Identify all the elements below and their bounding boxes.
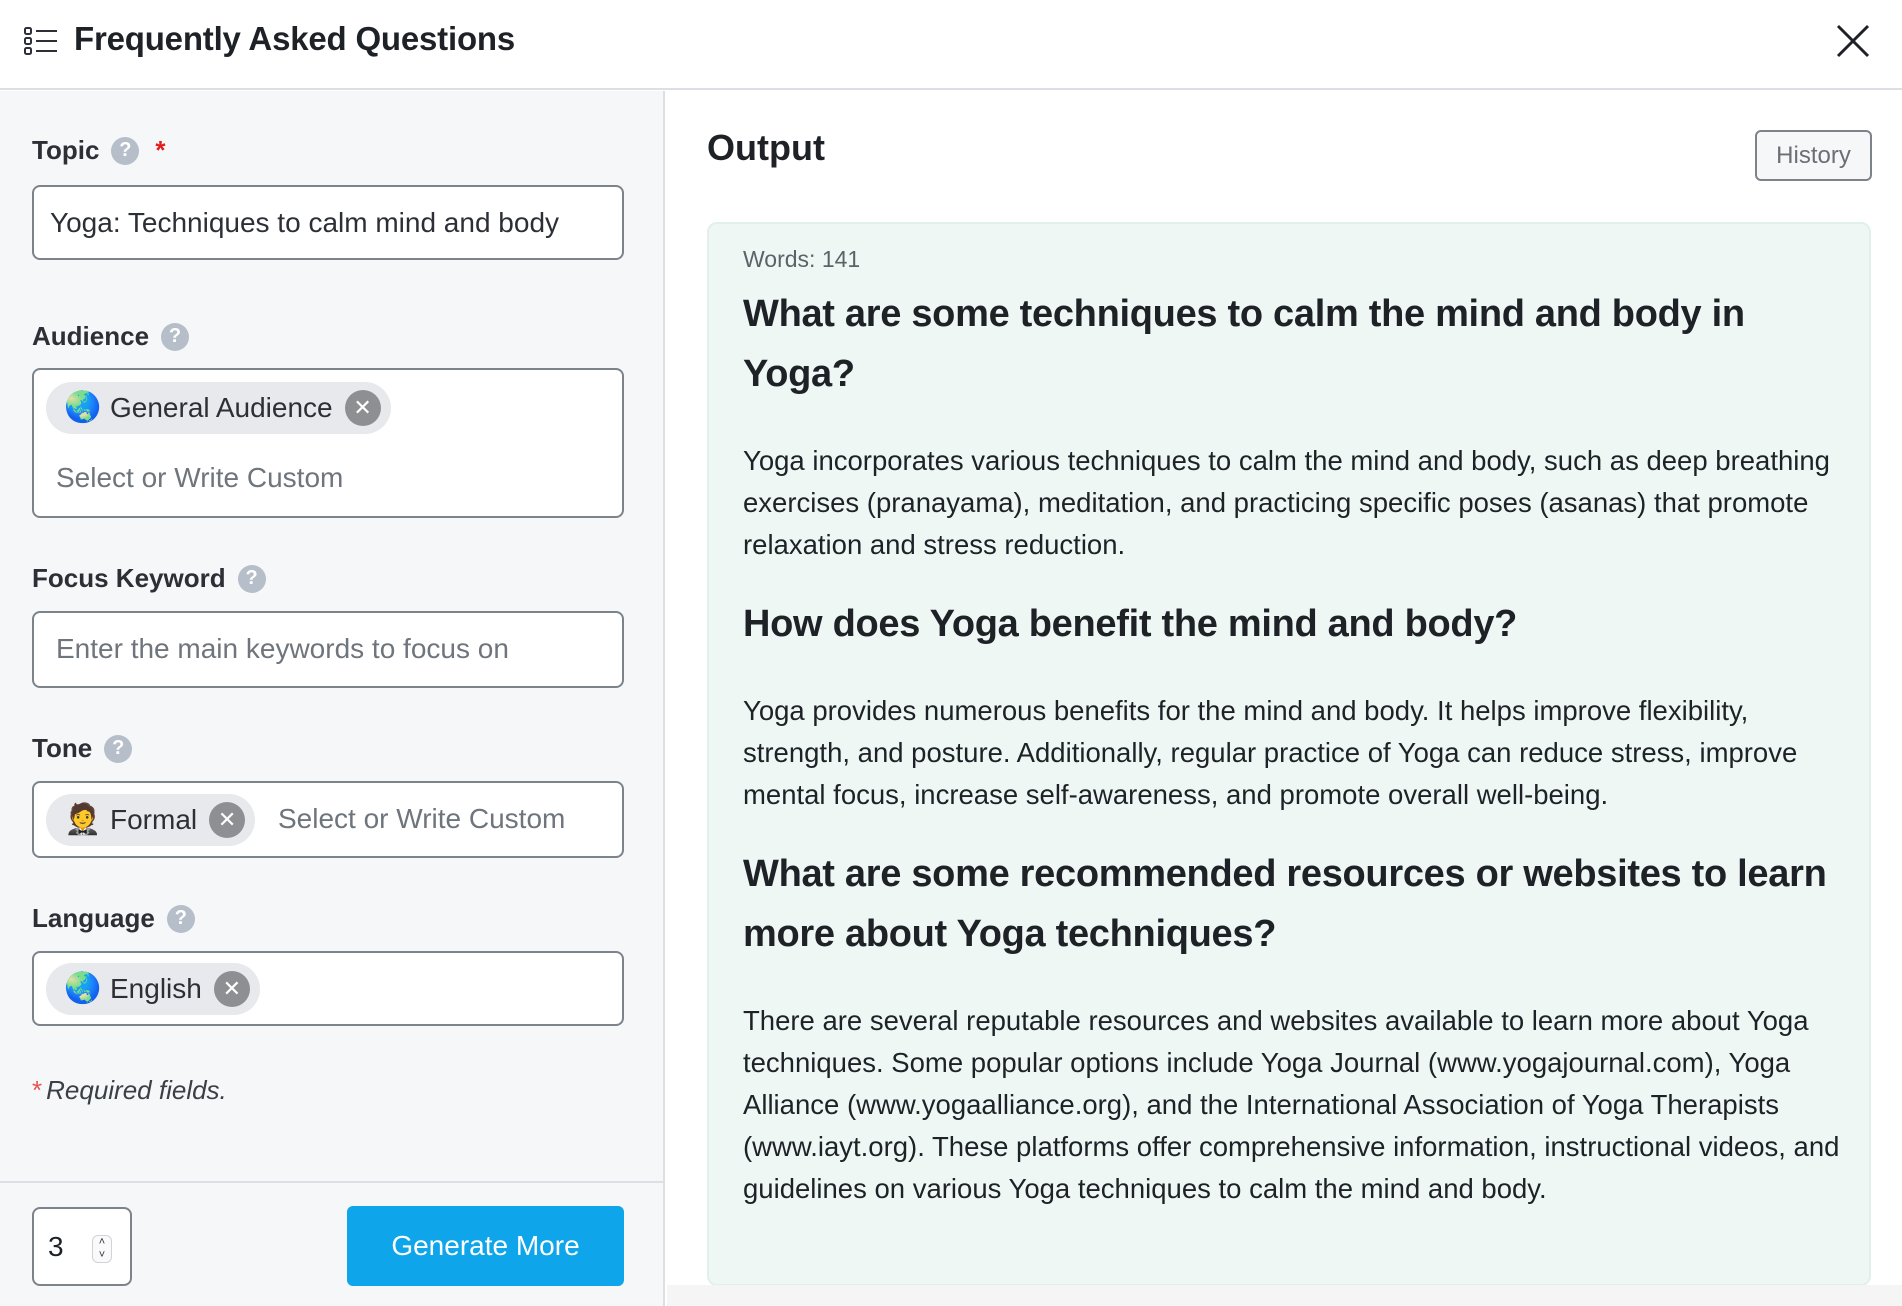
topic-input[interactable]: Yoga: Techniques to calm mind and body [32,185,624,260]
audience-select[interactable]: 🌏 General Audience ✕ Select or Write Cus… [32,368,624,518]
help-icon[interactable]: ? [161,322,190,351]
output-content: Words: 141 What are some techniques to c… [707,222,1871,1286]
form-panel: Topic ? * Yoga: Techniques to calm mind … [0,91,665,1306]
chevron-up-icon[interactable]: ˄ [99,1237,105,1248]
footer-divider [0,1181,665,1183]
topic-label-text: Topic [32,135,100,165]
output-title: Output [707,127,825,168]
close-icon[interactable] [1834,22,1872,60]
audience-placeholder[interactable]: Select or Write Custom [56,462,343,494]
count-stepper[interactable]: 3 ˄ ˅ [32,1207,132,1286]
required-fields-note: * Required fields. [32,1075,227,1106]
tone-label: Tone ? [32,733,133,764]
help-icon[interactable]: ? [104,734,133,763]
language-label: Language ? [32,903,195,934]
help-icon[interactable]: ? [237,564,266,593]
output-panel: Output History Words: 141 What are some … [667,91,1902,1306]
help-icon[interactable]: ? [166,904,195,933]
remove-chip-icon[interactable]: ✕ [344,390,381,426]
remove-chip-icon[interactable]: ✕ [213,971,250,1007]
language-select[interactable]: 🌏 English ✕ [32,951,624,1026]
focus-keyword-label-text: Focus Keyword [32,563,226,593]
audience-label-text: Audience [32,321,150,351]
language-chip: 🌏 English ✕ [46,963,260,1015]
generate-more-button[interactable]: Generate More [347,1206,624,1286]
person-in-tuxedo-icon: 🤵 [64,803,102,836]
focus-keyword-placeholder: Enter the main keywords to focus on [56,633,509,664]
word-count: Words: 141 [743,246,861,272]
faq-answer: Yoga incorporates various techniques to … [743,445,1830,560]
required-mark: * [155,135,166,165]
tone-label-text: Tone [32,733,93,763]
audience-chip: 🌏 General Audience ✕ [46,382,391,434]
bottom-edge [667,1285,1902,1306]
audience-label: Audience ? [32,321,190,352]
count-value: 3 [48,1231,64,1262]
chip-label: General Audience [110,392,333,423]
language-label-text: Language [32,903,155,933]
stepper-arrows[interactable]: ˄ ˅ [92,1235,112,1263]
required-mark: * [32,1075,43,1105]
faq-answer: There are several reputable resources an… [743,1005,1840,1204]
topic-label: Topic ? * [32,135,166,166]
faq-question: What are some recommended resources or w… [743,853,1827,955]
modal-title: Frequently Asked Questions [74,20,516,57]
tone-placeholder[interactable]: Select or Write Custom [278,803,565,835]
help-icon[interactable]: ? [111,136,140,165]
globe-icon: 🌏 [64,391,102,424]
list-icon [24,27,57,55]
remove-chip-icon[interactable]: ✕ [209,802,246,838]
tone-select[interactable]: 🤵 Formal ✕ Select or Write Custom [32,781,624,858]
faq-question: How does Yoga benefit the mind and body? [743,603,1518,645]
required-fields-text: Required fields. [46,1075,227,1105]
tone-chip: 🤵 Formal ✕ [46,794,256,846]
globe-icon: 🌏 [64,972,102,1005]
chip-label: Formal [110,804,198,835]
chip-label: English [110,973,202,1004]
history-button[interactable]: History [1755,130,1872,181]
modal-header: Frequently Asked Questions [0,0,1902,90]
faq-answer: Yoga provides numerous benefits for the … [743,695,1798,810]
chevron-down-icon[interactable]: ˅ [99,1250,105,1261]
focus-keyword-label: Focus Keyword ? [32,563,266,594]
topic-input-value: Yoga: Techniques to calm mind and body [50,207,560,238]
focus-keyword-input[interactable]: Enter the main keywords to focus on [32,611,624,688]
faq-question: What are some techniques to calm the min… [743,293,1745,395]
